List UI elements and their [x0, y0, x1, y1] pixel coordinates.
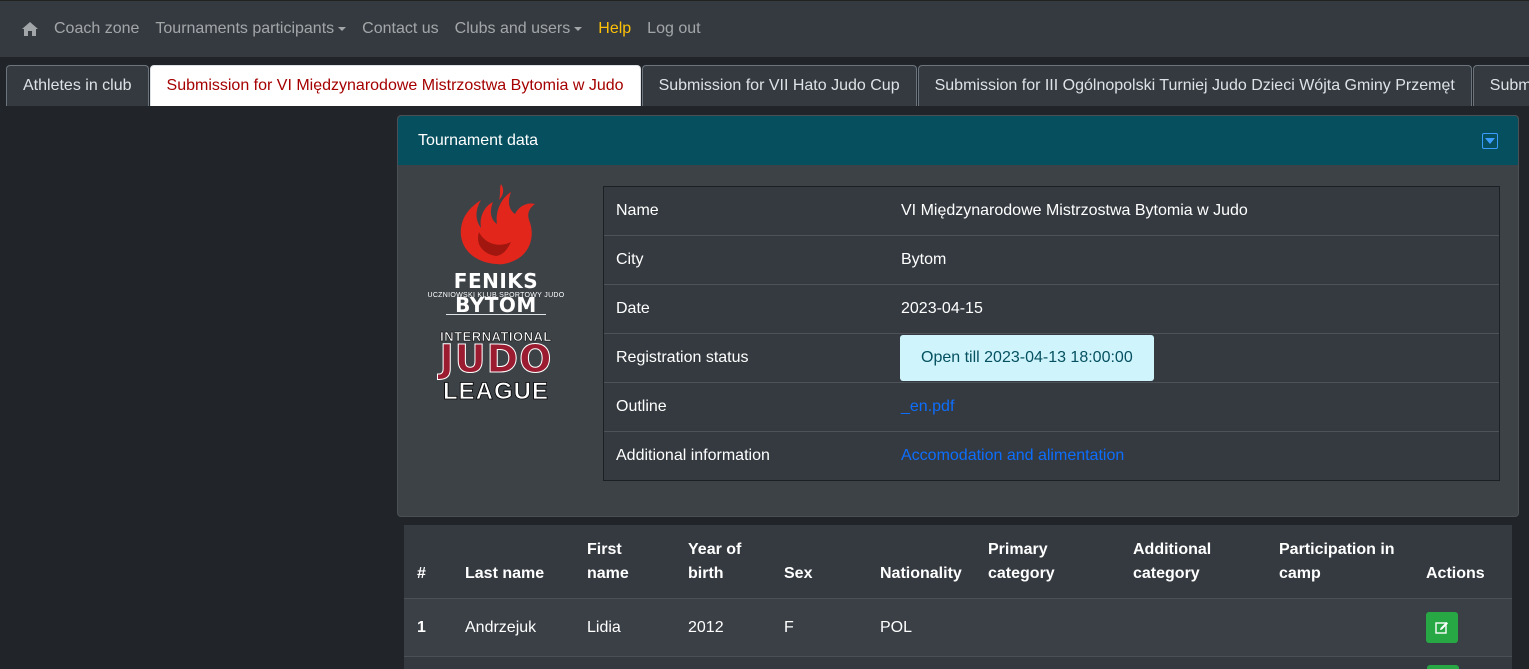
tab-label: Athletes in club	[23, 77, 132, 94]
cell-sex: F	[784, 618, 794, 636]
col-header-line: Additional	[1133, 541, 1212, 558]
phoenix-icon	[460, 184, 535, 265]
nav-log-out-label: Log out	[647, 20, 701, 37]
nav-help[interactable]: Help	[598, 20, 631, 38]
col-header-first-name: First name	[587, 538, 688, 586]
info-value: VI Międzynarodowe Mistrzostwa Bytomia w …	[901, 202, 1248, 219]
col-header-line: First	[587, 541, 622, 558]
nav-clubs-and-users[interactable]: Clubs and users	[455, 20, 583, 38]
tab-label: Submission for VI Międzynarodowe Mistrzo…	[166, 77, 624, 94]
info-label: Date	[616, 300, 650, 317]
tournament-info-table: Name VI Międzynarodowe Mistrzostwa Bytom…	[603, 186, 1500, 481]
table-row: 1 Andrzejuk Lidia 2012 F POL	[404, 599, 1512, 656]
athletes-table: # Last name First name Year of birth Sex N…	[404, 525, 1512, 669]
additional-info-link[interactable]: Accomodation and alimentation	[901, 447, 1124, 464]
cell-nationality: POL	[880, 618, 913, 636]
info-label: Registration status	[616, 349, 749, 366]
caret-down-icon	[574, 27, 583, 31]
collapse-icon[interactable]	[1482, 132, 1498, 149]
info-row-name: Name VI Międzynarodowe Mistrzostwa Bytom…	[604, 187, 1499, 236]
col-header-last-name: Last name	[465, 565, 545, 582]
info-label: Additional information	[616, 447, 770, 464]
league-line-3: LEAGUE	[442, 378, 549, 406]
cell-yob: 2012	[688, 618, 724, 636]
edit-button[interactable]	[1427, 665, 1459, 669]
cell-num: 1	[417, 618, 426, 636]
home-icon[interactable]	[22, 21, 38, 37]
col-header-line: Year of	[688, 541, 742, 558]
info-value: Accomodation and alimentation	[901, 447, 1499, 465]
info-label: City	[616, 251, 644, 268]
logo-divider	[446, 314, 546, 315]
card-title: Tournament data	[418, 131, 539, 149]
caret-down-icon	[338, 27, 347, 31]
registration-status-badge: Open till 2023-04-13 18:00:00	[900, 335, 1154, 381]
tab-label: Submiss	[1489, 77, 1529, 94]
col-header-line: category	[1133, 565, 1200, 582]
col-header-camp: Participation in camp	[1279, 538, 1426, 586]
nav-help-label: Help	[598, 20, 632, 37]
table-row	[404, 656, 1512, 669]
cell-actions	[1426, 612, 1512, 643]
col-header-line: name	[587, 565, 629, 582]
tab-label: Submission for VII Hato Judo Cup	[658, 77, 900, 94]
outline-pdf-link[interactable]: _en.pdf	[901, 398, 954, 415]
info-label: Outline	[616, 398, 667, 415]
club-subtitle: UCZNIOWSKI KLUB SPORTOWY JUDO	[427, 292, 565, 299]
col-header-line: birth	[688, 565, 724, 582]
nav-coach-zone-label: Coach zone	[54, 20, 140, 37]
info-row-additional: Additional information Accomodation and …	[604, 432, 1499, 480]
info-row-date: Date 2023-04-15	[604, 285, 1499, 334]
tab-submission-more[interactable]: Submiss	[1472, 65, 1529, 106]
col-header-yob: Year of birth	[688, 538, 784, 586]
nav-log-out[interactable]: Log out	[647, 20, 700, 38]
edit-icon	[1435, 621, 1448, 634]
nav-contact-us[interactable]: Contact us	[362, 20, 438, 38]
nav-tournaments-participants[interactable]: Tournaments participants	[155, 20, 347, 38]
tab-athletes-in-club[interactable]: Athletes in club	[6, 65, 149, 106]
info-row-city: City Bytom	[604, 236, 1499, 285]
athletes-table-header: # Last name First name Year of birth Sex N…	[404, 525, 1512, 599]
nav-clubs-and-users-label: Clubs and users	[454, 20, 571, 37]
nav-tournaments-participants-label: Tournaments participants	[155, 20, 335, 37]
info-row-outline: Outline _en.pdf	[604, 383, 1499, 432]
col-header-num: #	[417, 565, 426, 582]
top-navbar: Coach zone Tournaments participants Cont…	[0, 0, 1529, 57]
tab-submission-przemet[interactable]: Submission for III Ogólnopolski Turniej …	[917, 65, 1472, 106]
info-value: 2023-04-15	[901, 300, 983, 317]
league-line-2: JUDO	[439, 337, 553, 381]
col-header-actions: Actions	[1426, 565, 1485, 582]
info-row-status: Registration status Open till 2023-04-13…	[604, 334, 1499, 383]
col-header-line: Primary	[988, 541, 1048, 558]
cell-first-name: Lidia	[587, 618, 621, 636]
info-label: Name	[616, 202, 659, 219]
info-value: Open till 2023-04-13 18:00:00	[900, 335, 1499, 381]
col-header-line: category	[988, 565, 1055, 582]
col-header-sex: Sex	[784, 565, 813, 582]
nav-coach-zone[interactable]: Coach zone	[54, 20, 139, 38]
col-header-line: Participation in	[1279, 541, 1395, 558]
col-header-primary-category: Primary category	[988, 538, 1133, 586]
tournament-card-header: Tournament data	[398, 116, 1518, 165]
info-value: _en.pdf	[901, 398, 1499, 416]
nav-contact-us-label: Contact us	[362, 20, 439, 37]
col-header-additional-category: Additional category	[1133, 538, 1279, 586]
tournament-card: Tournament data FENIKS BYTOM UCZNIOWSKI …	[397, 115, 1519, 517]
submission-tabs: Athletes in club Submission for VI Międz…	[6, 65, 1529, 106]
cell-last-name: Andrzejuk	[465, 618, 537, 636]
tab-submission-hato[interactable]: Submission for VII Hato Judo Cup	[641, 65, 917, 106]
info-value: Bytom	[901, 251, 947, 268]
edit-button[interactable]	[1426, 612, 1458, 643]
tournament-logo: FENIKS BYTOM UCZNIOWSKI KLUB SPORTOWY JU…	[416, 184, 576, 409]
col-header-line: camp	[1279, 565, 1321, 582]
tab-submission-bytom[interactable]: Submission for VI Międzynarodowe Mistrzo…	[149, 65, 641, 106]
col-header-nationality: Nationality	[880, 565, 962, 582]
tab-label: Submission for III Ogólnopolski Turniej …	[934, 77, 1455, 94]
